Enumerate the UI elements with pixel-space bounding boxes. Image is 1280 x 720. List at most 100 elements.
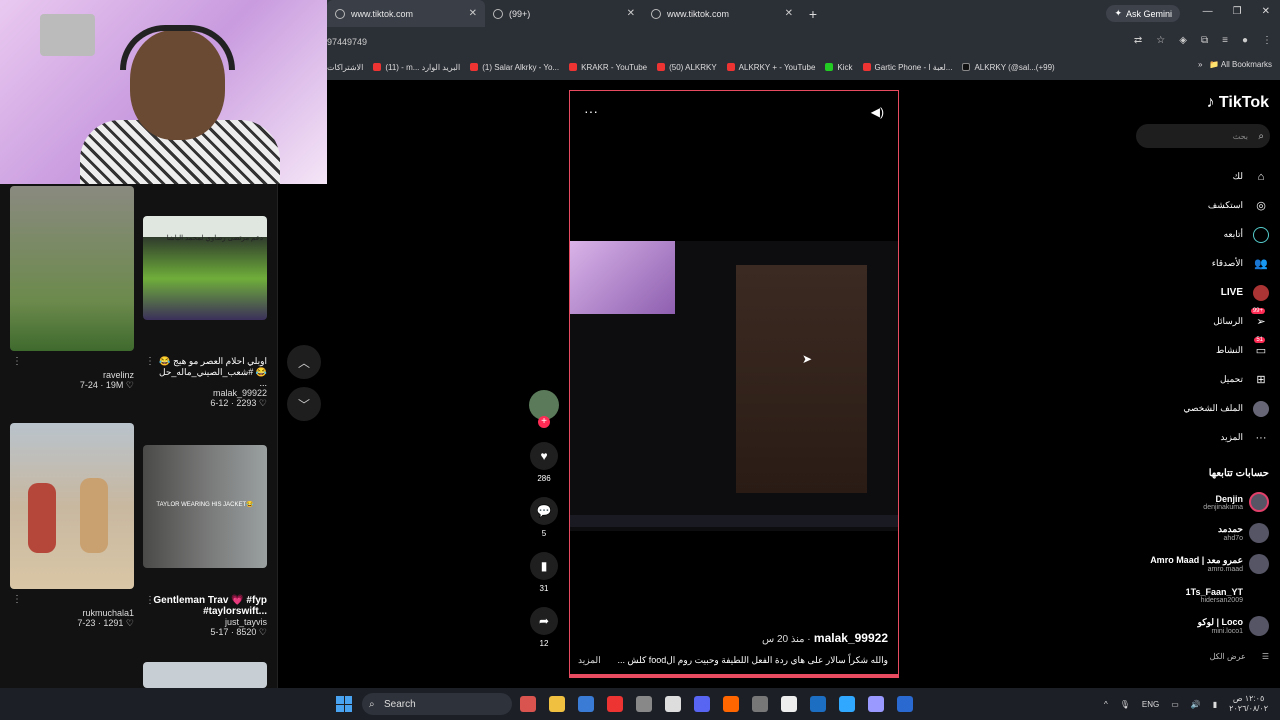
nav-for-you[interactable]: لك ⌂	[1129, 162, 1269, 191]
video-author[interactable]: just_tayvis	[150, 617, 267, 627]
taskbar-app-icon[interactable]	[839, 696, 855, 712]
nav-following[interactable]: أتابعه	[1129, 220, 1269, 249]
profile-avatar-icon[interactable]: ●	[1242, 35, 1248, 46]
bookmark-item[interactable]: الاشتراكات	[327, 63, 363, 72]
comment-action[interactable]: 💬 5	[527, 497, 561, 538]
speaker-icon[interactable]: 🔊	[1191, 700, 1201, 709]
star-icon[interactable]: ☆	[1156, 35, 1165, 46]
close-window-icon[interactable]: ✕	[1262, 6, 1270, 17]
search-icon[interactable]: ⌕	[1258, 131, 1264, 142]
video-title[interactable]: اوبلي احلام العصر مو هيج 😂 #شعب_الصيني_م…	[150, 356, 267, 388]
video-author[interactable]: rukmuchala1	[10, 608, 134, 618]
taskbar-app-icon[interactable]	[578, 696, 594, 712]
minimize-icon[interactable]: —	[1203, 6, 1213, 17]
monitor-icon[interactable]: ▭	[1171, 700, 1179, 709]
all-bookmarks-button[interactable]: » 📁 All Bookmarks	[1198, 60, 1272, 69]
more-options-icon[interactable]: ···	[584, 103, 598, 119]
next-video-button[interactable]: ﹀	[287, 387, 321, 421]
previous-video-button[interactable]: ︿	[287, 345, 321, 379]
see-all-button[interactable]: عرض الكل ☰	[1210, 652, 1269, 661]
close-tab-icon[interactable]: ✕	[785, 8, 793, 19]
restore-icon[interactable]: ❐	[1233, 6, 1242, 17]
clock[interactable]: ١٢:٠٥ ص ٢٠٢٦/٠٨/٠٢	[1229, 694, 1268, 714]
taskbar-app-icon[interactable]	[636, 696, 652, 712]
more-options-icon[interactable]: ⋮	[12, 594, 22, 605]
bookmark-item[interactable]: (11) - m... البريد الوارد	[373, 63, 460, 72]
nav-friends[interactable]: الأصدقاء 👥	[1129, 249, 1269, 278]
bookmark-item[interactable]: KRAKR - YouTube	[569, 63, 647, 72]
tab-tiktok-1[interactable]: www.tiktok.com ✕	[327, 0, 485, 27]
bookmark-item[interactable]: (50) ALKRKY	[657, 63, 717, 72]
volume-icon[interactable]: ◀)	[871, 105, 884, 119]
search-input[interactable]: بحث ⌕	[1136, 124, 1270, 148]
windows-start-icon[interactable]	[336, 696, 352, 712]
followed-account[interactable]: Amro Maad | عمرو معد amro.maad	[1129, 554, 1269, 574]
video-thumbnail[interactable]: TAYLOR WEARING HIS JACKET😂	[143, 445, 267, 568]
tab-tiktok-2[interactable]: (99+) ✕	[485, 0, 643, 27]
menu-icon[interactable]: ⋮	[1262, 35, 1272, 46]
taskbar-app-icon[interactable]	[810, 696, 826, 712]
followed-account[interactable]: لوكو | Loco mini.loco1	[1129, 616, 1269, 636]
close-tab-icon[interactable]: ✕	[469, 8, 477, 19]
caption-more-button[interactable]: المزيد	[578, 655, 601, 666]
nav-messages[interactable]: الرسائل ➢ 99+	[1129, 307, 1269, 336]
translate-icon[interactable]: ⇄	[1134, 35, 1142, 46]
bookmark-item[interactable]: (1) Salar Alkrky - Yo...	[470, 63, 559, 72]
follow-plus-icon[interactable]: +	[538, 416, 550, 428]
followed-account[interactable]: 1Ts_Faan_YT hidersan2009	[1129, 585, 1269, 605]
taskbar-app-icon[interactable]	[781, 696, 797, 712]
video-author[interactable]: ravelinz	[10, 370, 134, 380]
nav-activity[interactable]: النشاط ▭ 51	[1129, 336, 1269, 365]
close-tab-icon[interactable]: ✕	[627, 8, 635, 19]
taskbar-app-icon[interactable]	[607, 696, 623, 712]
ask-gemini-button[interactable]: ✦ Ask Gemini	[1106, 5, 1180, 22]
more-options-icon[interactable]: ⋮	[12, 356, 22, 367]
nav-profile[interactable]: الملف الشخصي	[1129, 394, 1269, 423]
video-author[interactable]: malak_99922	[150, 388, 267, 398]
followed-account[interactable]: Denjin denjinakuma	[1129, 492, 1269, 512]
taskbar-app-icon[interactable]	[868, 696, 884, 712]
taskbar-app-icon[interactable]	[723, 696, 739, 712]
save-action[interactable]: ▮ 31	[527, 552, 561, 593]
progress-bar[interactable]	[570, 674, 898, 677]
nav-live[interactable]: LIVE	[1129, 278, 1269, 307]
taskbar-search[interactable]: ⌕ Search	[362, 693, 512, 715]
taskbar-app-icon[interactable]	[694, 696, 710, 712]
address-bar[interactable]: 97449749	[327, 31, 1117, 53]
media-icon[interactable]: ≡	[1222, 35, 1228, 46]
taskbar-app-icon[interactable]	[897, 696, 913, 712]
share-action[interactable]: ➦ 12	[527, 607, 561, 648]
extension-icon[interactable]: ◈	[1179, 35, 1187, 46]
like-action[interactable]: ♥ 286	[527, 442, 561, 483]
battery-icon[interactable]: ▮	[1213, 700, 1217, 709]
video-thumbnail[interactable]: دعم مرتضى رضاوي لمحمد الباشا	[143, 216, 267, 320]
video-thumbnail[interactable]	[143, 662, 267, 688]
video-title[interactable]: Gentleman Trav 💗 #fyp #taylorswift...	[150, 595, 267, 617]
video-thumbnail[interactable]	[10, 423, 134, 589]
taskbar-app-icon[interactable]	[665, 696, 681, 712]
new-tab-button[interactable]: +	[801, 6, 825, 22]
video-thumbnail[interactable]	[10, 186, 134, 351]
bookmark-item[interactable]: ALKRKY (@sal...(+99)	[962, 63, 1055, 72]
taskbar-app-icon[interactable]	[549, 696, 565, 712]
creator-avatar[interactable]: +	[529, 390, 559, 428]
bookmark-item[interactable]: ALKRKY + - YouTube	[726, 63, 815, 72]
taskbar-app-icon[interactable]	[752, 696, 768, 712]
nav-explore[interactable]: استكشف ◎	[1129, 191, 1269, 220]
bookmark-item[interactable]: Gartic Phone - لعبة ا...	[862, 63, 952, 72]
microphone-icon[interactable]: 🎙	[1120, 700, 1130, 709]
followed-account[interactable]: حمدمد ahd7o	[1129, 523, 1269, 543]
chevron-up-icon[interactable]: ^	[1104, 700, 1108, 709]
language-indicator[interactable]: ENG	[1142, 700, 1159, 709]
globe-icon	[335, 8, 345, 19]
video-author[interactable]: malak_99922	[814, 631, 888, 645]
video-player[interactable]: ··· ◀) ➤ malak_99922 · منذ 20 س والله شك…	[569, 90, 899, 678]
tab-tiktok-3[interactable]: www.tiktok.com ✕	[643, 0, 801, 27]
tiktok-logo[interactable]: ♪ TikTok	[1206, 94, 1269, 112]
puzzle-icon[interactable]: ⧉	[1201, 35, 1208, 46]
nav-more[interactable]: المزيد ···	[1129, 423, 1269, 452]
video-stats: 6-12 · 2293 ♡	[210, 398, 267, 408]
bookmark-item[interactable]: Kick	[825, 63, 853, 72]
nav-upload[interactable]: تحميل ⊞	[1129, 365, 1269, 394]
taskbar-app-icon[interactable]	[520, 696, 536, 712]
